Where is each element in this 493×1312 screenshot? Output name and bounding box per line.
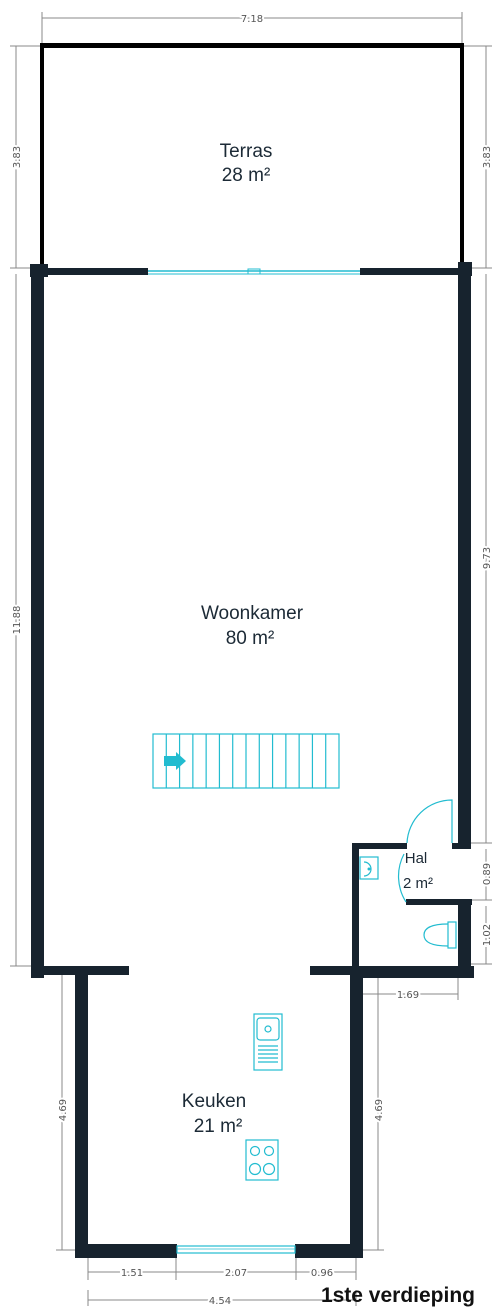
woonkamer-area: 80 m² [226,628,275,649]
dim-keuken-left: 4.69 [58,1099,69,1121]
dim-hal-right: 0.89 [482,863,493,885]
dim-top-width: 7.18 [241,14,263,25]
walls [30,262,474,1258]
woonkamer-name: Woonkamer [201,603,304,624]
dim-terras-right: 3.83 [482,146,493,168]
toilet-icon [423,921,457,949]
dim-bottom-b: 2.07 [225,1268,247,1279]
dim-toilet-right: 1.02 [482,924,493,946]
floor-plan: 7.18 3.83 3.83 11.88 9.73 0.89 1.02 1.69… [10,12,493,1309]
staircase [152,733,340,789]
floor-title: 1ste verdieping [320,1284,475,1307]
dim-bottom-total: 4.54 [209,1296,231,1307]
hal-area: 2 m² [403,875,433,892]
cooktop-icon [245,1139,279,1181]
dim-hal-width: 1.69 [397,990,419,1001]
dim-bottom-a: 1.51 [121,1268,143,1279]
stair-direction-arrow-icon [164,752,186,770]
dim-bottom-c: 0.96 [311,1268,333,1279]
terras-name: Terras [220,141,273,162]
keuken-area: 21 m² [194,1116,243,1137]
dim-woonkamer-right: 9.73 [482,547,493,569]
dim-woonkamer-left: 11.88 [12,606,23,635]
terras-area: 28 m² [222,165,271,186]
room-labels: Terras 28 m² Woonkamer 80 m² Hal 2 m² Ke… [182,141,433,1137]
dim-keuken-right: 4.69 [374,1099,385,1121]
hal-name: Hal [405,850,428,867]
keuken-name: Keuken [182,1091,246,1112]
dim-terras-left: 3.83 [12,146,23,168]
washbasin-icon [359,856,379,880]
kitchen-sink-icon [253,1013,283,1071]
